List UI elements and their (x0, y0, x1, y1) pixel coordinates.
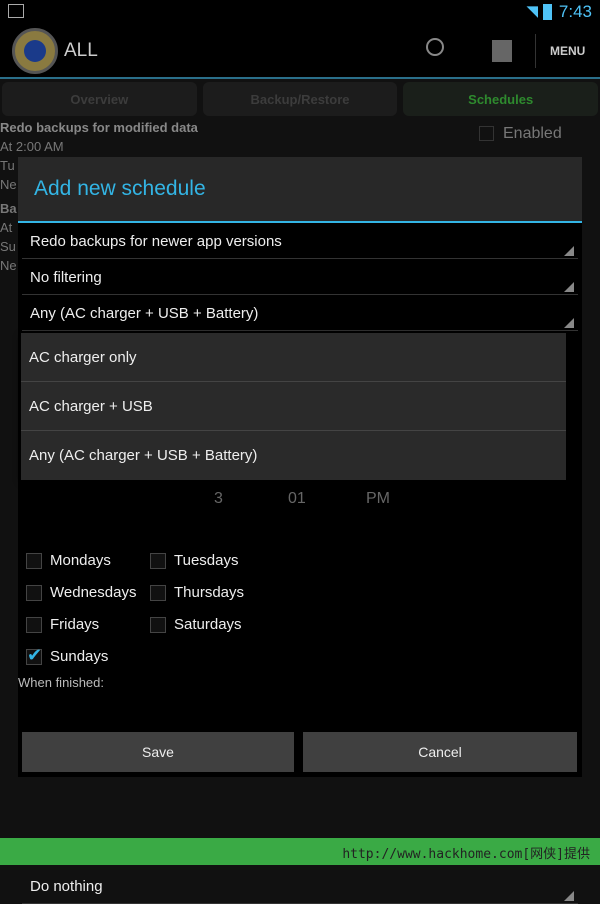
checkbox-checked[interactable] (26, 645, 42, 666)
menu-button[interactable]: MENU (550, 44, 585, 58)
schedule-time: At 2:00 AM (0, 139, 64, 154)
power-spinner[interactable]: Any (AC charger + USB + Battery) (22, 295, 578, 331)
enabled-label: Enabled (503, 125, 562, 142)
bg-fragment: Ne (0, 177, 17, 192)
day-label: Saturdays (174, 616, 242, 633)
checkbox[interactable] (26, 552, 42, 569)
clock: 7:43 (558, 2, 592, 21)
day-friday[interactable]: Fridays (26, 616, 99, 633)
dropdown-option[interactable]: AC charger only (21, 333, 566, 382)
battery-icon (543, 4, 552, 20)
checkbox[interactable] (150, 584, 166, 601)
filter-title[interactable]: ALL (64, 40, 98, 62)
tab-schedules[interactable]: Schedules (403, 82, 599, 116)
ampm-value[interactable]: PM (366, 490, 390, 508)
checkbox[interactable] (26, 584, 42, 601)
day-monday[interactable]: Mondays (26, 552, 111, 569)
dropdown-option[interactable]: AC charger + USB (21, 382, 566, 431)
day-sunday[interactable]: Sundays (26, 645, 109, 666)
wifi-icon: ◥ (526, 3, 538, 20)
day-tuesday[interactable]: Tuesdays (150, 552, 238, 569)
bg-fragment: At (0, 220, 13, 235)
day-label: Sundays (50, 648, 109, 665)
tab-overview[interactable]: Overview (2, 82, 197, 116)
checkbox[interactable] (150, 616, 166, 633)
when-finished-label: When finished: (18, 675, 104, 690)
day-label: Wednesdays (50, 584, 137, 601)
gallery-notification-icon (8, 4, 24, 18)
enabled-checkbox[interactable] (479, 126, 494, 141)
bg-fragment: Tu (0, 158, 15, 173)
cancel-button[interactable]: Cancel (303, 732, 577, 772)
day-wednesday[interactable]: Wednesdays (26, 584, 136, 601)
day-label: Fridays (50, 616, 100, 633)
app-logo-icon[interactable] (12, 28, 58, 74)
watermark: http://www.hackhome.com[网侠]提供 (0, 838, 600, 865)
mode-spinner[interactable]: Redo backups for newer app versions (22, 223, 578, 259)
day-saturday[interactable]: Saturdays (150, 616, 242, 633)
action-bar: ALL MENU (0, 24, 600, 79)
hour-value[interactable]: 3 (214, 490, 223, 508)
checkbox[interactable] (26, 616, 42, 633)
power-dropdown: AC charger only AC charger + USB Any (AC… (21, 333, 566, 480)
day-label: Mondays (50, 552, 111, 569)
add-schedule-dialog: Add new schedule Redo backups for newer … (18, 157, 582, 904)
dialog-title: Add new schedule (18, 157, 582, 223)
day-thursday[interactable]: Thursdays (150, 584, 244, 601)
schedule-title: Redo backups for modified data (0, 120, 198, 135)
bg-fragment: Ba (0, 201, 17, 216)
day-label: Tuesdays (174, 552, 239, 569)
tab-bar: Overview Backup/Restore Schedules (0, 82, 600, 116)
minute-value[interactable]: 01 (288, 490, 306, 508)
filter-spinner[interactable]: No filtering (22, 259, 578, 295)
bg-fragment: Ne (0, 258, 17, 273)
day-label: Thursdays (174, 584, 245, 601)
search-icon[interactable] (426, 38, 444, 56)
batch-check-icon[interactable] (492, 40, 512, 62)
when-finished-spinner[interactable]: Do nothing (22, 868, 578, 904)
checkbox[interactable] (150, 552, 166, 569)
status-bar: ◥ 7:43 (0, 0, 600, 24)
bg-fragment: Su (0, 239, 16, 254)
dropdown-option[interactable]: Any (AC charger + USB + Battery) (21, 431, 566, 480)
save-button[interactable]: Save (22, 732, 294, 772)
tab-backup-restore[interactable]: Backup/Restore (202, 82, 398, 116)
divider (535, 34, 536, 68)
